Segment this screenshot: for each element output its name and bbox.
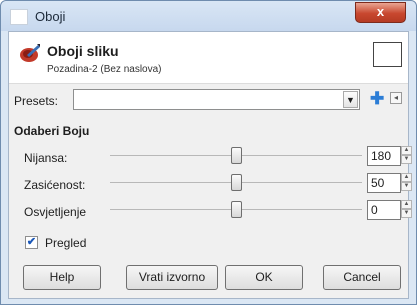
menu-icon[interactable]: ◂ [390, 92, 402, 104]
preview-checkbox[interactable]: ✔ [25, 236, 38, 249]
dialog-header: Oboji sliku Pozadina-2 (Bez naslova) [9, 32, 408, 84]
dialog-title: Oboji sliku [47, 43, 119, 59]
dialog-window: Oboji x Oboji sliku Pozadina-2 (Bez nasl… [0, 0, 417, 305]
saturation-label: Zasićenost: [24, 178, 86, 192]
hue-slider-thumb[interactable] [230, 147, 242, 164]
dialog-body: Oboji sliku Pozadina-2 (Bez naslova) Pre… [8, 31, 412, 299]
window-title: Oboji [35, 9, 66, 24]
chevron-down-icon[interactable]: ▼ [343, 91, 358, 108]
spin-up-icon[interactable]: ▲ [401, 200, 412, 209]
preview-label: Pregled [45, 236, 87, 250]
color-preview-swatch [373, 42, 402, 67]
hue-label: Nijansa: [24, 151, 68, 165]
cancel-button[interactable]: Cancel [323, 265, 401, 290]
presets-combobox[interactable]: ▼ [73, 89, 360, 110]
lightness-slider-thumb[interactable] [230, 201, 242, 218]
ok-button[interactable]: OK [225, 265, 303, 290]
spin-up-icon[interactable]: ▲ [401, 173, 412, 182]
reset-button[interactable]: Vrati izvorno [126, 265, 218, 290]
check-icon: ✔ [26, 236, 37, 248]
saturation-spin-arrows[interactable]: ▲ ▼ [401, 173, 412, 193]
dialog-subtitle: Pozadina-2 (Bez naslova) [47, 64, 162, 75]
saturation-spin-input[interactable]: 50 [367, 173, 401, 193]
title-bar: Oboji x [1, 1, 416, 31]
close-button[interactable]: x [355, 2, 406, 23]
spin-down-icon[interactable]: ▼ [401, 155, 412, 164]
section-title: Odaberi Boju [14, 124, 90, 138]
spin-down-icon[interactable]: ▼ [401, 209, 412, 218]
help-button[interactable]: Help [23, 265, 101, 290]
colorize-tool-icon [20, 44, 40, 62]
lightness-spin-input[interactable]: 0 [367, 200, 401, 220]
spin-down-icon[interactable]: ▼ [401, 182, 412, 191]
hue-spin-arrows[interactable]: ▲ ▼ [401, 146, 412, 166]
saturation-slider-thumb[interactable] [230, 174, 242, 191]
lightness-spin-arrows[interactable]: ▲ ▼ [401, 200, 412, 220]
lightness-label: Osvjetljenje [24, 205, 87, 219]
window-app-icon [10, 9, 28, 25]
hue-spin-input[interactable]: 180 [367, 146, 401, 166]
spin-up-icon[interactable]: ▲ [401, 146, 412, 155]
plus-icon[interactable]: ✚ [370, 90, 384, 108]
presets-label: Presets: [14, 94, 59, 108]
